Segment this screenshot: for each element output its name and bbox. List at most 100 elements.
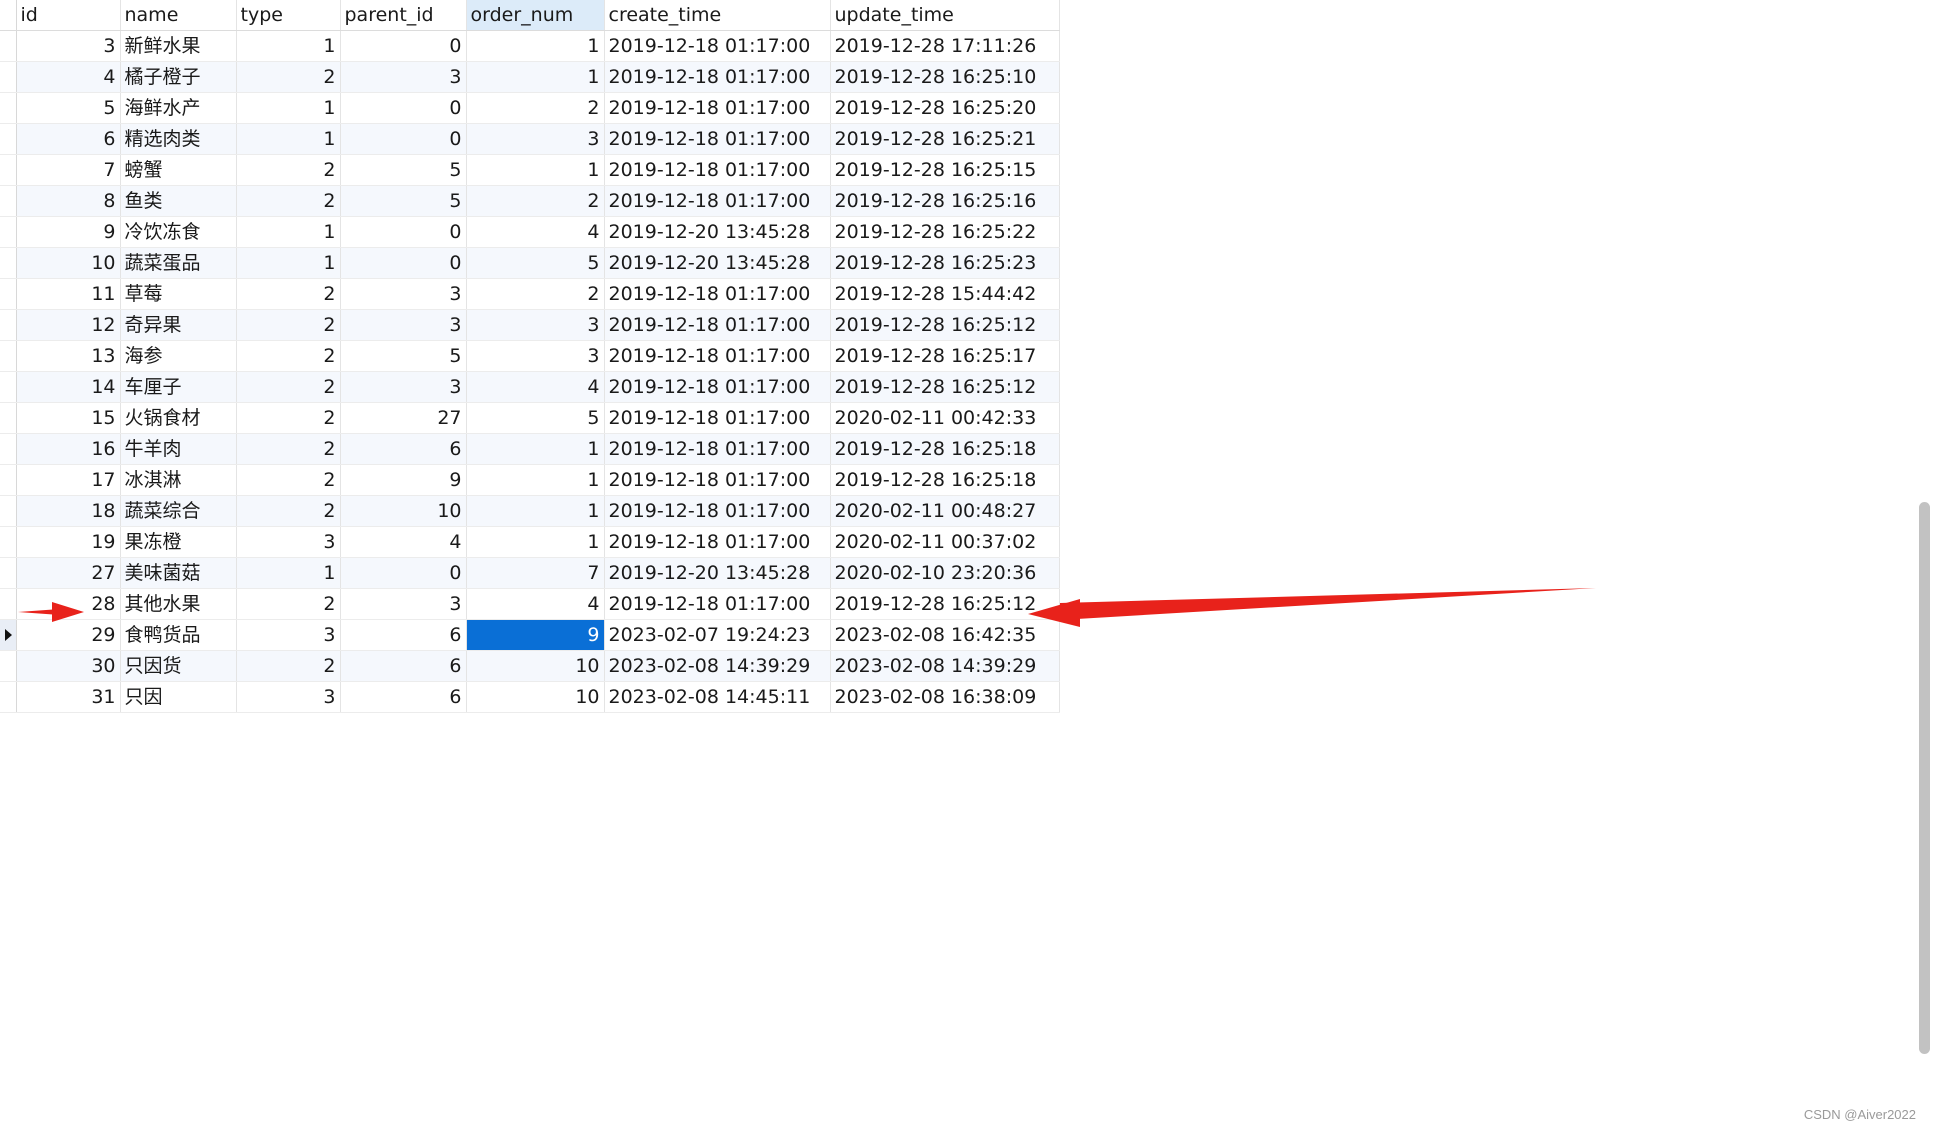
- cell-type[interactable]: 2: [236, 433, 341, 465]
- cell-create-time[interactable]: 2019-12-18 01:17:00: [604, 30, 831, 62]
- table-row[interactable]: 17 冰淇淋 2 9 1 2019-12-18 01:17:00 2019-12-28 16…: [0, 464, 1060, 496]
- cell-order-num[interactable]: 1: [466, 30, 605, 62]
- cell-name[interactable]: 牛羊肉: [120, 433, 237, 465]
- table-row[interactable]: 13 海参 2 5 3 2019-12-18 01:17:00 2019-12-28 16:…: [0, 340, 1060, 372]
- cell-name[interactable]: 食鸭货品: [120, 619, 237, 651]
- vertical-scrollbar[interactable]: [1912, 0, 1936, 1130]
- cell-type[interactable]: 2: [236, 154, 341, 186]
- cell-type[interactable]: 2: [236, 340, 341, 372]
- scrollbar-thumb[interactable]: [1919, 502, 1930, 1054]
- cell-name[interactable]: 蔬菜综合: [120, 495, 237, 527]
- cell-update-time[interactable]: 2019-12-28 16:25:18: [830, 464, 1060, 496]
- cell-create-time[interactable]: 2019-12-18 01:17:00: [604, 123, 831, 155]
- cell-name[interactable]: 海参: [120, 340, 237, 372]
- cell-id[interactable]: 13: [16, 340, 121, 372]
- table-row[interactable]: 4 橘子橙子 2 3 1 2019-12-18 01:17:00 2019-12-28 16…: [0, 61, 1060, 93]
- table-row[interactable]: 10 蔬菜蛋品 1 0 5 2019-12-20 13:45:28 2019-12-28 1…: [0, 247, 1060, 279]
- column-header-parent-id[interactable]: parent_id: [340, 0, 467, 31]
- cell-name[interactable]: 精选肉类: [120, 123, 237, 155]
- cell-type[interactable]: 2: [236, 495, 341, 527]
- cell-update-time[interactable]: 2020-02-11 00:37:02: [830, 526, 1060, 558]
- table-row[interactable]: 7 螃蟹 2 5 1 2019-12-18 01:17:00 2019-12-28 16:2…: [0, 154, 1060, 186]
- cell-name[interactable]: 只因: [120, 681, 237, 713]
- cell-type[interactable]: 2: [236, 464, 341, 496]
- cell-parent-id[interactable]: 0: [340, 557, 467, 589]
- cell-parent-id[interactable]: 5: [340, 185, 467, 217]
- table-row[interactable]: 14 车厘子 2 3 4 2019-12-18 01:17:00 2019-12-28 16…: [0, 371, 1060, 403]
- cell-order-num[interactable]: 1: [466, 495, 605, 527]
- row-selector[interactable]: [0, 30, 17, 62]
- cell-type[interactable]: 3: [236, 681, 341, 713]
- column-header-create-time[interactable]: create_time: [604, 0, 831, 31]
- cell-type[interactable]: 1: [236, 30, 341, 62]
- cell-order-num[interactable]: 7: [466, 557, 605, 589]
- cell-parent-id[interactable]: 3: [340, 309, 467, 341]
- cell-create-time[interactable]: 2019-12-18 01:17:00: [604, 495, 831, 527]
- table-row[interactable]: 8 鱼类 2 5 2 2019-12-18 01:17:00 2019-12-28 16:2…: [0, 185, 1060, 217]
- cell-parent-id[interactable]: 10: [340, 495, 467, 527]
- row-selector[interactable]: [0, 154, 17, 186]
- cell-update-time[interactable]: 2019-12-28 16:25:22: [830, 216, 1060, 248]
- cell-create-time[interactable]: 2019-12-18 01:17:00: [604, 340, 831, 372]
- table-row[interactable]: 18 蔬菜综合 2 10 1 2019-12-18 01:17:00 2020-02-11 …: [0, 495, 1060, 527]
- cell-name[interactable]: 新鲜水果: [120, 30, 237, 62]
- row-selector[interactable]: [0, 557, 17, 589]
- table-row[interactable]: 19 果冻橙 3 4 1 2019-12-18 01:17:00 2020-02-11 00…: [0, 526, 1060, 558]
- cell-create-time[interactable]: 2019-12-20 13:45:28: [604, 216, 831, 248]
- cell-update-time[interactable]: 2019-12-28 16:25:16: [830, 185, 1060, 217]
- cell-update-time[interactable]: 2023-02-08 16:38:09: [830, 681, 1060, 713]
- row-selector[interactable]: [0, 619, 17, 651]
- cell-update-time[interactable]: 2020-02-10 23:20:36: [830, 557, 1060, 589]
- cell-parent-id[interactable]: 3: [340, 278, 467, 310]
- cell-name[interactable]: 火锅食材: [120, 402, 237, 434]
- row-selector[interactable]: [0, 92, 17, 124]
- table-row[interactable]: 27 美味菌菇 1 0 7 2019-12-20 13:45:28 2020-02-10 2…: [0, 557, 1060, 589]
- cell-name[interactable]: 冷饮冻食: [120, 216, 237, 248]
- cell-order-num[interactable]: 9: [466, 619, 605, 651]
- cell-order-num[interactable]: 1: [466, 154, 605, 186]
- cell-type[interactable]: 2: [236, 650, 341, 682]
- cell-order-num[interactable]: 3: [466, 123, 605, 155]
- cell-order-num[interactable]: 10: [466, 681, 605, 713]
- cell-type[interactable]: 2: [236, 185, 341, 217]
- cell-parent-id[interactable]: 0: [340, 30, 467, 62]
- cell-id[interactable]: 10: [16, 247, 121, 279]
- cell-name[interactable]: 车厘子: [120, 371, 237, 403]
- cell-order-num[interactable]: 4: [466, 371, 605, 403]
- cell-id[interactable]: 31: [16, 681, 121, 713]
- cell-parent-id[interactable]: 3: [340, 61, 467, 93]
- row-selector[interactable]: [0, 433, 17, 465]
- row-selector[interactable]: [0, 650, 17, 682]
- cell-parent-id[interactable]: 0: [340, 123, 467, 155]
- cell-id[interactable]: 17: [16, 464, 121, 496]
- cell-id[interactable]: 19: [16, 526, 121, 558]
- cell-name[interactable]: 果冻橙: [120, 526, 237, 558]
- cell-update-time[interactable]: 2019-12-28 16:25:20: [830, 92, 1060, 124]
- cell-update-time[interactable]: 2019-12-28 16:25:12: [830, 309, 1060, 341]
- cell-id[interactable]: 16: [16, 433, 121, 465]
- cell-create-time[interactable]: 2019-12-20 13:45:28: [604, 247, 831, 279]
- cell-order-num[interactable]: 1: [466, 61, 605, 93]
- cell-id[interactable]: 28: [16, 588, 121, 620]
- cell-parent-id[interactable]: 6: [340, 650, 467, 682]
- cell-update-time[interactable]: 2020-02-11 00:48:27: [830, 495, 1060, 527]
- cell-type[interactable]: 2: [236, 278, 341, 310]
- cell-parent-id[interactable]: 0: [340, 216, 467, 248]
- cell-id[interactable]: 5: [16, 92, 121, 124]
- row-selector[interactable]: [0, 123, 17, 155]
- table-row[interactable]: 5 海鲜水产 1 0 2 2019-12-18 01:17:00 2019-12-28 16…: [0, 92, 1060, 124]
- cell-id[interactable]: 18: [16, 495, 121, 527]
- row-selector[interactable]: [0, 278, 17, 310]
- cell-id[interactable]: 11: [16, 278, 121, 310]
- table-row[interactable]: 6 精选肉类 1 0 3 2019-12-18 01:17:00 2019-12-28 16…: [0, 123, 1060, 155]
- row-selector[interactable]: [0, 216, 17, 248]
- cell-type[interactable]: 1: [236, 123, 341, 155]
- row-selector[interactable]: [0, 61, 17, 93]
- row-selector[interactable]: [0, 185, 17, 217]
- cell-id[interactable]: 12: [16, 309, 121, 341]
- cell-update-time[interactable]: 2019-12-28 17:11:26: [830, 30, 1060, 62]
- row-selector[interactable]: [0, 309, 17, 341]
- cell-parent-id[interactable]: 27: [340, 402, 467, 434]
- cell-update-time[interactable]: 2019-12-28 16:25:12: [830, 371, 1060, 403]
- cell-create-time[interactable]: 2019-12-18 01:17:00: [604, 278, 831, 310]
